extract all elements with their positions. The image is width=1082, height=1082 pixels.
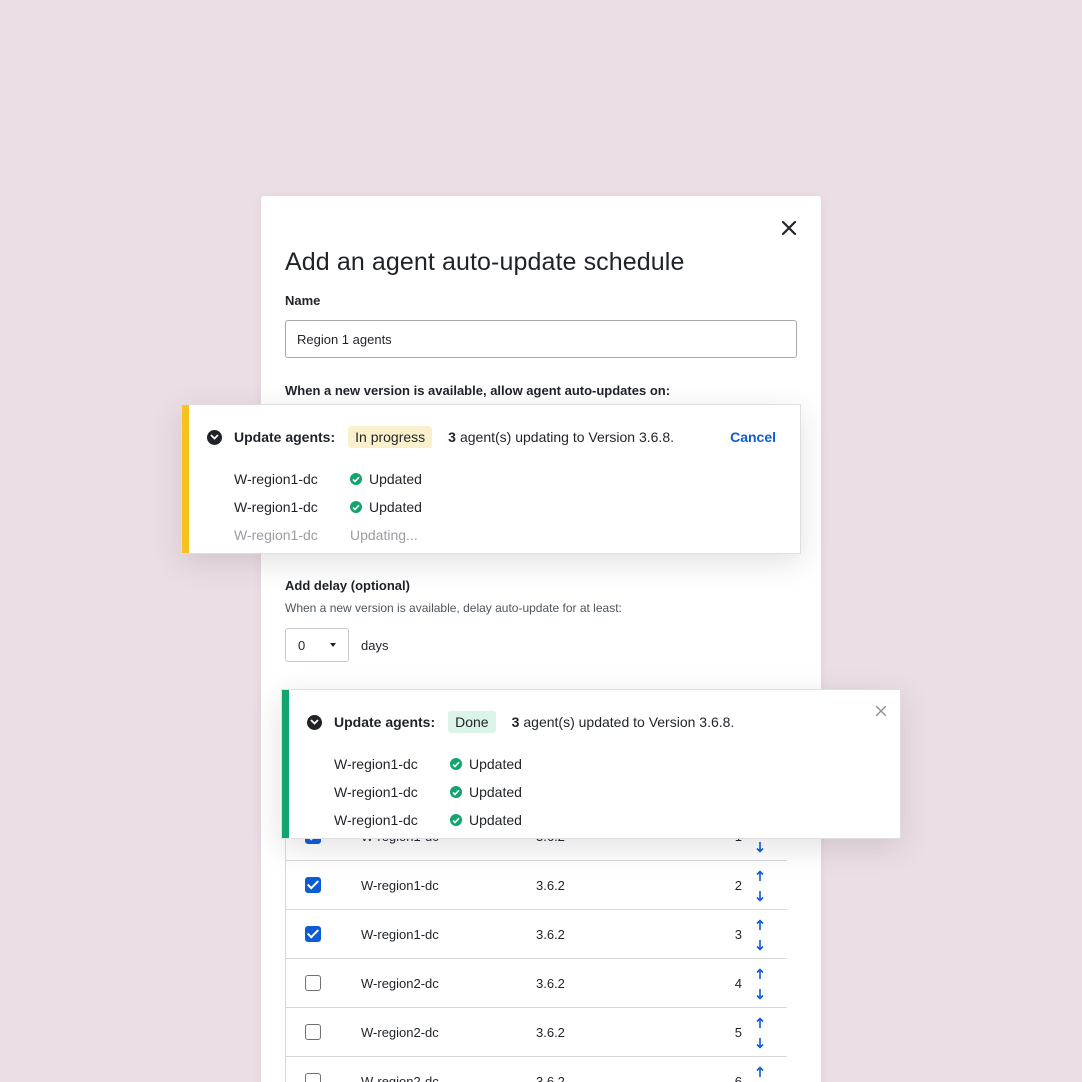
chevron-down-icon[interactable] bbox=[207, 429, 222, 445]
table-row: W-region1-dc 3.6.2 3 bbox=[286, 910, 787, 959]
delay-unit-label: days bbox=[361, 638, 389, 653]
chevron-down-icon[interactable] bbox=[307, 714, 322, 730]
agent-name: W-region1-dc bbox=[234, 471, 318, 487]
check-circle-icon bbox=[450, 758, 462, 770]
cancel-button[interactable]: Cancel bbox=[730, 429, 776, 445]
list-item: W-region1-dc Updated bbox=[234, 465, 422, 493]
row-checkbox[interactable] bbox=[305, 975, 321, 991]
update-in-progress-toast: Update agents: In progress 3 agent(s) up… bbox=[181, 404, 801, 554]
status-badge: In progress bbox=[348, 426, 433, 448]
caret-down-icon bbox=[330, 643, 336, 647]
toast-label: Update agents: bbox=[234, 429, 336, 445]
table-row: W-region2-dc 3.6.2 6 bbox=[286, 1057, 787, 1082]
modal-title: Add an agent auto-update schedule bbox=[285, 248, 685, 276]
agent-order-cell: 5 bbox=[734, 1025, 742, 1040]
agent-version-cell: 3.6.2 bbox=[536, 1074, 565, 1082]
table-row: W-region1-dc 3.6.2 2 bbox=[286, 861, 787, 910]
check-circle-icon bbox=[350, 473, 362, 485]
check-circle-icon bbox=[450, 786, 462, 798]
agent-version-cell: 3.6.2 bbox=[536, 878, 565, 893]
move-up-arrow-icon[interactable] bbox=[755, 1017, 765, 1029]
move-down-arrow-icon[interactable] bbox=[755, 988, 765, 1000]
delay-days-select[interactable]: 0 bbox=[285, 628, 349, 662]
agent-name-cell: W-region1-dc bbox=[361, 927, 439, 942]
move-down-arrow-icon[interactable] bbox=[755, 1037, 765, 1049]
name-input[interactable] bbox=[285, 320, 797, 358]
delay-days-value: 0 bbox=[298, 637, 306, 653]
agent-version-cell: 3.6.2 bbox=[536, 976, 565, 991]
toast-message: agent(s) updating to Version 3.6.8. bbox=[459, 429, 675, 445]
list-item: W-region1-dc Updating... bbox=[234, 521, 422, 549]
agent-status: Updated bbox=[469, 812, 522, 828]
agent-version-cell: 3.6.2 bbox=[536, 1025, 565, 1040]
allow-updates-label: When a new version is available, allow a… bbox=[285, 383, 671, 398]
row-checkbox[interactable] bbox=[305, 1073, 321, 1082]
move-down-arrow-icon[interactable] bbox=[755, 841, 765, 853]
toast-label: Update agents: bbox=[334, 714, 436, 730]
agent-status: Updated bbox=[369, 471, 422, 487]
list-item: W-region1-dc Updated bbox=[234, 493, 422, 521]
row-checkbox[interactable] bbox=[305, 877, 321, 893]
status-badge: Done bbox=[448, 711, 496, 733]
delay-label: Add delay (optional) bbox=[285, 578, 410, 593]
close-icon[interactable] bbox=[875, 704, 887, 717]
agent-status: Updated bbox=[469, 784, 522, 800]
agent-status-list: W-region1-dc Updated W-region1-dc Update… bbox=[334, 750, 522, 834]
row-checkbox[interactable] bbox=[305, 926, 321, 942]
update-done-toast: Update agents: Done 3 agent(s) updated t… bbox=[281, 689, 901, 839]
agent-name-cell: W-region1-dc bbox=[361, 878, 439, 893]
auto-update-schedule-modal: Add an agent auto-update schedule Name W… bbox=[261, 196, 821, 1082]
table-row: W-region2-dc 3.6.2 5 bbox=[286, 1008, 787, 1057]
agent-order-table: W-region1-dc 3.6.2 1 W-region1-dc 3.6.2 … bbox=[285, 812, 787, 1082]
row-checkbox[interactable] bbox=[305, 1024, 321, 1040]
move-down-arrow-icon[interactable] bbox=[755, 939, 765, 951]
agent-count: 3 bbox=[448, 429, 456, 445]
agent-name: W-region1-dc bbox=[234, 499, 318, 515]
agent-status: Updated bbox=[469, 756, 522, 772]
move-up-arrow-icon[interactable] bbox=[755, 870, 765, 882]
move-down-arrow-icon[interactable] bbox=[755, 890, 765, 902]
agent-order-cell: 4 bbox=[734, 976, 742, 991]
agent-status: Updated bbox=[369, 499, 422, 515]
list-item: W-region1-dc Updated bbox=[334, 778, 522, 806]
agent-status-list: W-region1-dc Updated W-region1-dc Update… bbox=[234, 465, 422, 549]
list-item: W-region1-dc Updated bbox=[334, 806, 522, 834]
agent-order-cell: 3 bbox=[734, 927, 742, 942]
agent-name-cell: W-region2-dc bbox=[361, 976, 439, 991]
agent-name: W-region1-dc bbox=[334, 756, 418, 772]
check-circle-icon bbox=[450, 814, 462, 826]
delay-helper-text: When a new version is available, delay a… bbox=[285, 601, 622, 615]
agent-name-cell: W-region2-dc bbox=[361, 1025, 439, 1040]
agent-order-cell: 6 bbox=[734, 1074, 742, 1082]
agent-name: W-region1-dc bbox=[234, 527, 318, 543]
agent-order-cell: 2 bbox=[734, 878, 742, 893]
agent-status: Updating... bbox=[350, 527, 418, 543]
success-accent-stripe bbox=[282, 690, 289, 838]
agent-name-cell: W-region2-dc bbox=[361, 1074, 439, 1082]
check-circle-icon bbox=[350, 501, 362, 513]
agent-name: W-region1-dc bbox=[334, 784, 418, 800]
toast-message: agent(s) updated to Version 3.6.8. bbox=[523, 714, 735, 730]
agent-name: W-region1-dc bbox=[334, 812, 418, 828]
warning-accent-stripe bbox=[182, 405, 189, 553]
move-up-arrow-icon[interactable] bbox=[755, 919, 765, 931]
close-icon[interactable] bbox=[779, 218, 799, 238]
move-up-arrow-icon[interactable] bbox=[755, 1066, 765, 1078]
list-item: W-region1-dc Updated bbox=[334, 750, 522, 778]
agent-version-cell: 3.6.2 bbox=[536, 927, 565, 942]
name-label: Name bbox=[285, 293, 321, 308]
move-up-arrow-icon[interactable] bbox=[755, 968, 765, 980]
table-row: W-region2-dc 3.6.2 4 bbox=[286, 959, 787, 1008]
agent-count: 3 bbox=[511, 714, 520, 730]
